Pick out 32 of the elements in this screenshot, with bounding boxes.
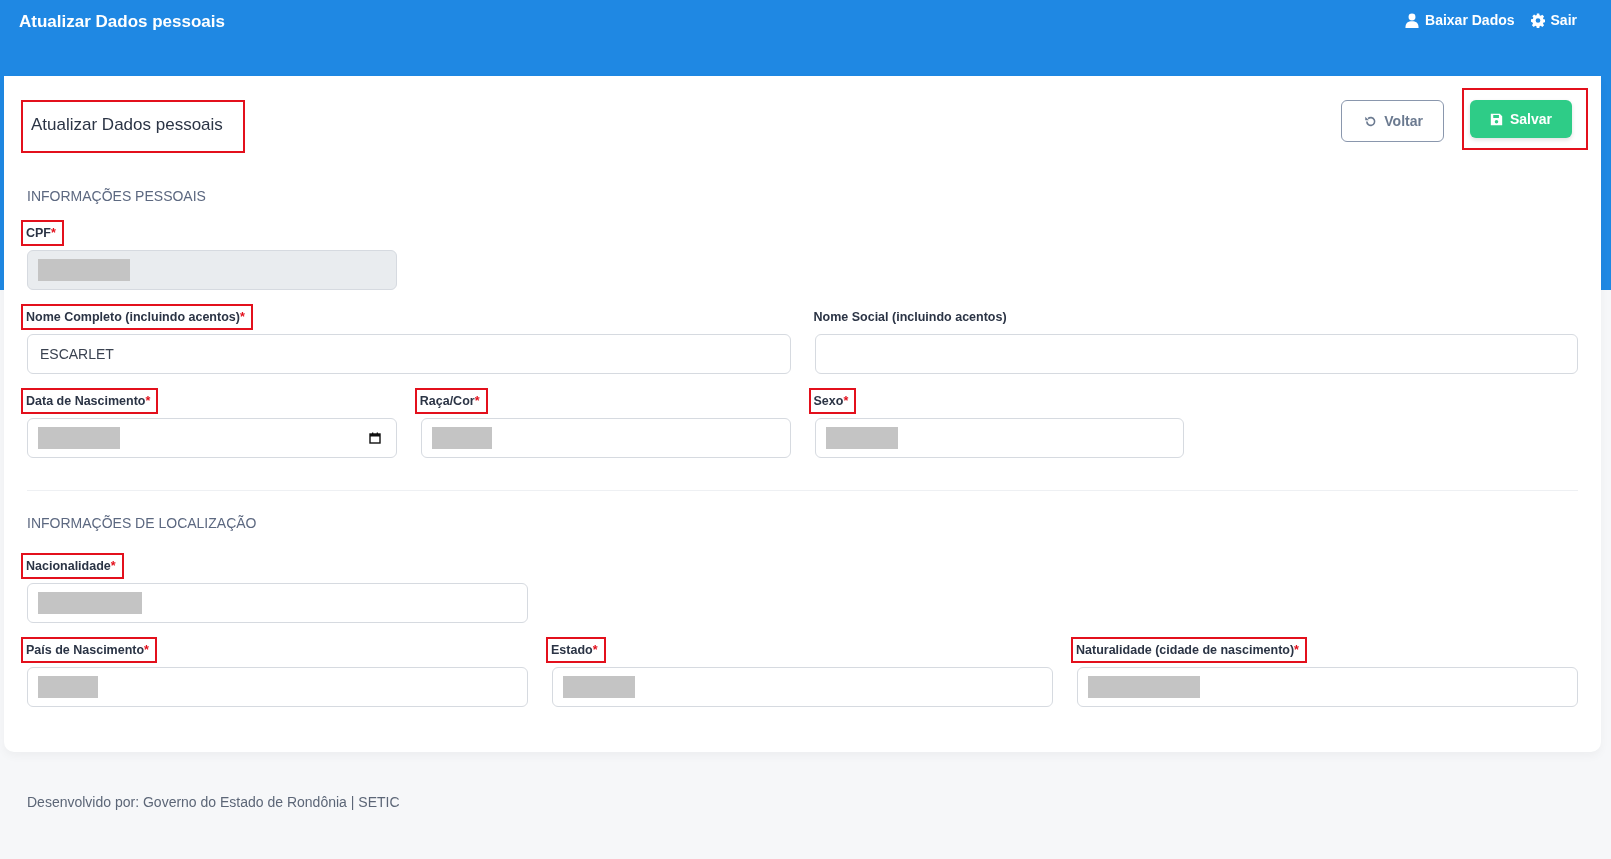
page-heading: Atualizar Dados pessoais bbox=[21, 100, 245, 153]
save-button[interactable]: Salvar bbox=[1469, 100, 1572, 138]
field-label: Nacionalidade* bbox=[21, 553, 124, 579]
input-field[interactable]: ESCARLET bbox=[27, 334, 791, 374]
input-field[interactable] bbox=[420, 418, 791, 458]
input-field[interactable] bbox=[814, 418, 1185, 458]
date-field[interactable] bbox=[27, 418, 397, 458]
field-label: CPF* bbox=[21, 220, 64, 246]
field-label: Data de Nascimento* bbox=[21, 388, 159, 414]
field-label: País de Nascimento* bbox=[21, 637, 157, 663]
input-field[interactable] bbox=[552, 667, 1053, 707]
back-button[interactable]: Voltar bbox=[1341, 100, 1444, 142]
app-title: Atualizar Dados pessoais bbox=[19, 12, 225, 32]
user-icon bbox=[1405, 12, 1420, 28]
settings-icon bbox=[1530, 12, 1545, 28]
header-link[interactable]: Sair bbox=[1530, 12, 1577, 28]
field-label: Nome Completo (incluindo acentos)* bbox=[21, 304, 253, 330]
section-heading: INFORMAÇÕES DE LOCALIZAÇÃO bbox=[27, 515, 258, 531]
field-label: Estado* bbox=[546, 637, 606, 663]
field-label: Nome Social (incluindo acentos) bbox=[812, 309, 1008, 326]
input-field[interactable] bbox=[27, 667, 528, 707]
undo-icon bbox=[1364, 114, 1378, 128]
header-link[interactable]: Baixar Dados bbox=[1405, 12, 1515, 28]
calendar-icon[interactable] bbox=[368, 432, 381, 444]
field-label: Naturalidade (cidade de nascimento)* bbox=[1071, 637, 1307, 663]
input-field[interactable] bbox=[27, 583, 528, 623]
input-field[interactable] bbox=[1077, 667, 1578, 707]
input-field[interactable] bbox=[814, 334, 1578, 374]
field-label: Raça/Cor* bbox=[414, 388, 488, 414]
field-label: Sexo* bbox=[808, 388, 857, 414]
section-heading: INFORMAÇÕES PESSOAIS bbox=[27, 188, 207, 204]
footer-text: Desenvolvido por: Governo do Estado de Rondônia | SETIC bbox=[27, 794, 400, 810]
